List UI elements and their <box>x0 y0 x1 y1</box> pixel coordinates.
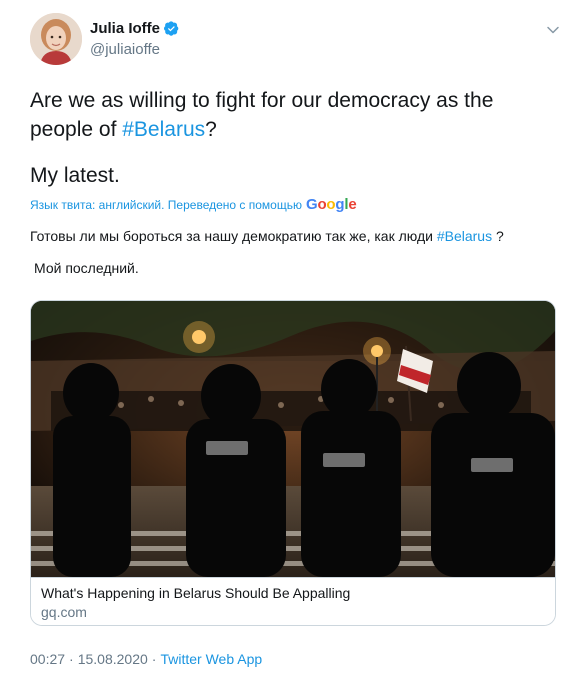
footer-separator: · <box>69 651 74 667</box>
avatar[interactable] <box>30 13 82 65</box>
author-display-name[interactable]: Julia Ioffe <box>90 20 160 37</box>
tweet-text: Are we as willing to fight for our democ… <box>30 86 550 190</box>
translated-line-1: Готовы ли мы бороться за нашу демократию… <box>30 228 504 244</box>
tweet-source-link[interactable]: Twitter Web App <box>160 651 262 667</box>
tweet-line-1: Are we as willing to fight for our democ… <box>30 89 494 141</box>
google-logo: Google <box>305 196 357 213</box>
translated-text: Готовы ли мы бороться за нашу демократию… <box>30 226 550 278</box>
author-handle[interactable]: @juliaioffe <box>90 41 179 58</box>
chevron-down-icon[interactable] <box>546 23 560 37</box>
card-meta: What's Happening in Belarus Should Be Ap… <box>31 577 555 625</box>
tweet-header: Julia Ioffe @juliaioffe <box>30 13 560 65</box>
tweet-date[interactable]: 15.08.2020 <box>78 651 148 667</box>
card-title[interactable]: What's Happening in Belarus Should Be Ap… <box>41 585 350 601</box>
tweet-time[interactable]: 00:27 <box>30 651 65 667</box>
footer-separator: · <box>151 651 157 667</box>
tweet-footer: 00:27 · 15.08.2020 · Twitter Web App <box>30 651 262 667</box>
translation-label[interactable]: Язык твита: английский. Переведено с пом… <box>30 196 357 213</box>
translated-hashtag-link[interactable]: #Belarus <box>437 228 492 244</box>
link-card[interactable]: What's Happening in Belarus Should Be Ap… <box>30 300 556 626</box>
card-domain: gq.com <box>41 604 87 620</box>
tweet-line-2: My latest. <box>30 164 120 187</box>
hashtag-link[interactable]: #Belarus <box>122 118 205 141</box>
card-image[interactable] <box>31 301 555 577</box>
author-info: Julia Ioffe @juliaioffe <box>90 18 179 58</box>
verified-badge-icon <box>164 20 179 36</box>
translated-line-2: Мой последний. <box>34 260 139 276</box>
